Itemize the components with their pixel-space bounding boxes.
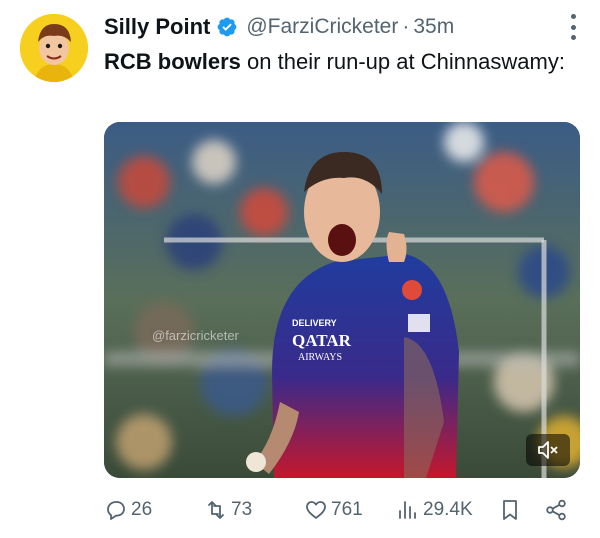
share-icon	[546, 499, 566, 521]
repost-button[interactable]: 73	[204, 498, 252, 522]
mute-icon	[538, 441, 558, 459]
tweet-text: RCB bowlers on their run-up at Chinnaswa…	[104, 46, 574, 77]
reply-icon	[107, 501, 125, 520]
separator-dot: ·	[402, 15, 410, 38]
bookmark-icon	[503, 500, 517, 520]
avatar[interactable]	[20, 14, 88, 82]
avatar-illustration	[20, 14, 88, 82]
mute-button[interactable]	[526, 434, 570, 466]
jersey-delivery-text: DELIVERY	[292, 318, 337, 328]
repost-count: 73	[231, 499, 253, 520]
share-button[interactable]	[544, 498, 571, 522]
author-name[interactable]: Silly Point	[104, 14, 210, 40]
reply-button[interactable]: 26	[104, 498, 152, 522]
more-icon[interactable]	[568, 14, 578, 40]
like-count: 761	[331, 499, 363, 520]
tweet-media-video[interactable]: DELIVERY QATAR AIRWAYS @farzicricketer	[104, 122, 580, 478]
tweet-text-bold: RCB bowlers	[104, 49, 241, 74]
repost-icon	[208, 501, 224, 519]
verified-icon	[216, 16, 238, 38]
video-frame: DELIVERY QATAR AIRWAYS	[104, 122, 580, 478]
jersey-sponsor: QATAR	[292, 331, 352, 350]
media-watermark: @farzicricketer	[152, 328, 239, 343]
views-button[interactable]: 29.4K	[396, 498, 473, 522]
reply-count: 26	[131, 499, 153, 520]
bookmark-button[interactable]	[498, 498, 525, 522]
views-count: 29.4K	[423, 499, 473, 520]
like-button[interactable]: 761	[304, 498, 363, 522]
like-icon	[306, 501, 326, 519]
author-handle[interactable]: @FarziCricketer	[246, 15, 398, 39]
tweet-header: Silly Point @FarziCricketer · 35m	[104, 12, 580, 42]
jersey-sponsor-sub: AIRWAYS	[298, 352, 342, 363]
timestamp[interactable]: 35m	[413, 15, 454, 39]
tweet-text-rest: on their run-up at Chinnaswamy:	[240, 49, 565, 74]
views-icon	[399, 501, 416, 519]
action-bar: 26 73 761 29.4K	[104, 494, 574, 526]
